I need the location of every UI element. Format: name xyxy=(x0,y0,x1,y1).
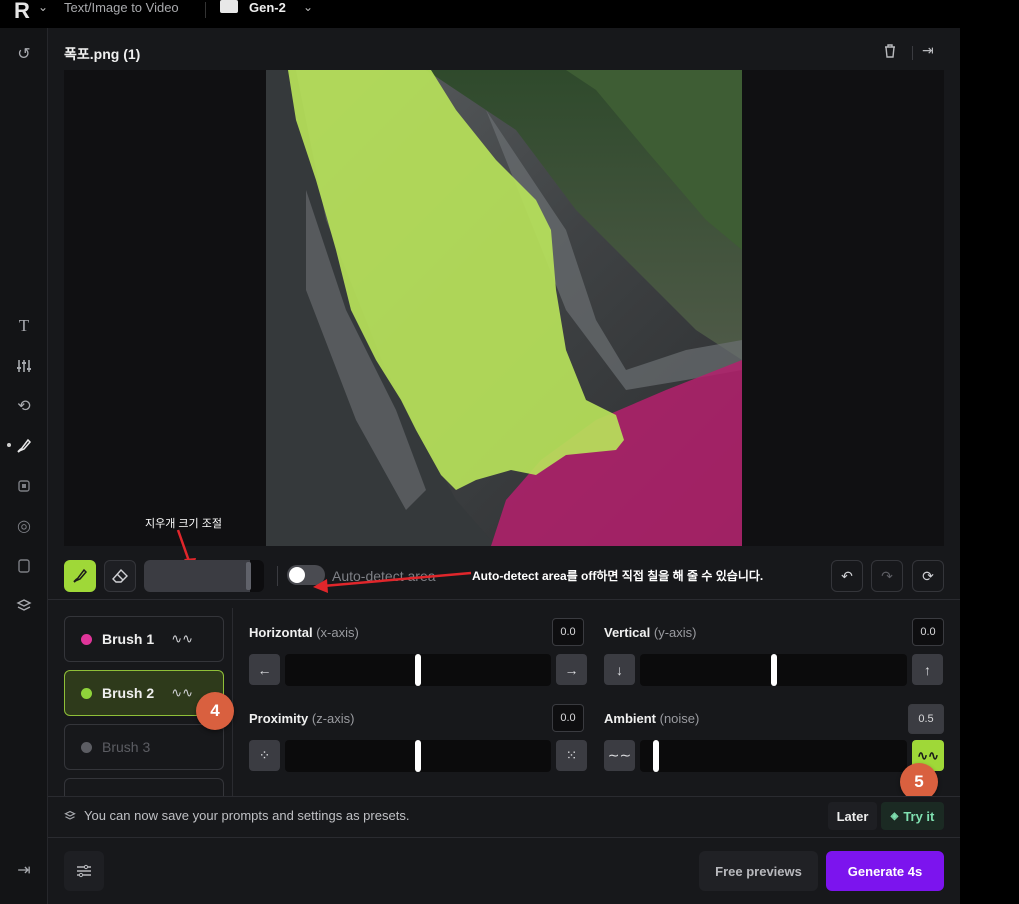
camera-motion-icon[interactable]: ⟲ xyxy=(12,394,36,418)
ambient-slider[interactable] xyxy=(640,740,907,772)
divider xyxy=(205,2,206,18)
vertical-value[interactable]: 0.0 xyxy=(912,618,944,646)
step-4-badge: 4 xyxy=(196,692,234,730)
compress-icon: ⁘ xyxy=(258,747,271,763)
brush-2-color-dot xyxy=(81,687,92,699)
mode-label[interactable]: Text/Image to Video xyxy=(64,0,179,15)
proximity-value[interactable]: 0.0 xyxy=(552,704,584,732)
palette-icon[interactable]: ◎ xyxy=(12,514,36,538)
free-previews-button[interactable]: Free previews xyxy=(699,851,818,891)
undo-icon: ↶ xyxy=(841,567,853,584)
horizontal-value[interactable]: 0.0 xyxy=(552,618,584,646)
arrow-up-icon: ↑ xyxy=(924,661,931,678)
layers-icon: ◈ xyxy=(890,810,899,822)
low-noise-icon: ∼∼ xyxy=(607,747,632,763)
brush-3-label: Brush 3 xyxy=(102,739,151,755)
layers-icon[interactable] xyxy=(12,594,36,618)
folder-icon xyxy=(220,0,238,13)
ambient-wave-icon: ∿∿ xyxy=(917,747,939,763)
settings-icon xyxy=(77,864,91,878)
proximity-further-button[interactable]: ⁙ xyxy=(556,740,587,771)
slider-thumb[interactable] xyxy=(415,740,421,772)
arrow-right-button[interactable]: → xyxy=(556,654,587,685)
frames-icon[interactable] xyxy=(12,554,36,578)
waterfall-image[interactable] xyxy=(266,70,742,546)
ambient-label: Ambient (noise) xyxy=(604,711,700,726)
later-button[interactable]: Later xyxy=(828,802,877,830)
brush-3-color-dot xyxy=(81,741,92,753)
sliders-icon[interactable] xyxy=(12,354,36,378)
brush-1-label: Brush 1 xyxy=(102,631,155,647)
arrow-down-button[interactable]: ↓ xyxy=(604,654,635,685)
slider-thumb[interactable] xyxy=(771,654,777,686)
settings-button[interactable] xyxy=(64,851,104,891)
vertical-label: Vertical (y-axis) xyxy=(604,625,697,640)
brush-size-thumb[interactable] xyxy=(246,562,251,590)
brush-size-slider[interactable] xyxy=(144,560,264,592)
ambient-decrease-button[interactable]: ∼∼ xyxy=(604,740,635,771)
arrow-left-icon: ← xyxy=(257,661,272,678)
brush-4-item[interactable] xyxy=(64,778,224,796)
ambient-wave-icon: ∿∿ xyxy=(171,631,193,646)
brush-3-item[interactable]: Brush 3 xyxy=(64,724,224,770)
chevron-down-icon[interactable]: ⌄ xyxy=(303,0,313,14)
generate-button[interactable]: Generate 4s xyxy=(826,851,944,891)
slider-thumb[interactable] xyxy=(653,740,659,772)
motion-brush-icon[interactable] xyxy=(12,434,36,458)
layers-icon xyxy=(64,809,76,821)
arrow-up-button[interactable]: ↑ xyxy=(912,654,943,685)
image-canvas[interactable] xyxy=(64,70,944,546)
chevron-down-icon[interactable]: ⌄ xyxy=(38,0,48,14)
ambient-wave-icon: ∿∿ xyxy=(171,685,193,700)
expand-icon: ⁙ xyxy=(565,747,578,763)
divider xyxy=(277,566,278,586)
background xyxy=(960,28,1019,904)
proximity-closer-button[interactable]: ⁘ xyxy=(249,740,280,771)
try-it-button[interactable]: ◈ Try it xyxy=(881,802,944,830)
brush-size-fill xyxy=(144,560,250,592)
eraser-icon xyxy=(112,569,128,583)
brush-tool-button[interactable] xyxy=(64,560,96,592)
ambient-value[interactable]: 0.5 xyxy=(908,704,944,734)
annotation-auto-detect-note: Auto-detect area를 off하면 직접 칠을 해 줄 수 있습니다… xyxy=(472,569,764,583)
horizontal-slider[interactable] xyxy=(285,654,551,686)
top-bar: R ⌄ Text/Image to Video Gen-2 ⌄ xyxy=(0,0,1019,28)
text-tool-icon[interactable]: T xyxy=(12,314,36,338)
redo-button[interactable]: ↷ xyxy=(871,560,903,592)
annotation-arrow xyxy=(313,571,472,593)
proximity-label: Proximity (z-axis) xyxy=(249,711,355,726)
arrow-down-icon: ↓ xyxy=(616,661,623,678)
trash-icon[interactable] xyxy=(881,43,899,61)
redo-icon: ↷ xyxy=(881,567,893,584)
active-indicator xyxy=(7,443,11,447)
slider-thumb[interactable] xyxy=(415,654,421,686)
tool-sidebar: ↺ T ⟲ ◎ ⇥ xyxy=(0,28,48,904)
brush-1-item[interactable]: Brush 1 ∿∿ xyxy=(64,616,224,662)
chip-icon[interactable] xyxy=(12,474,36,498)
divider xyxy=(48,599,960,600)
proximity-slider[interactable] xyxy=(285,740,551,772)
reset-button[interactable]: ⟳ xyxy=(912,560,944,592)
arrow-left-button[interactable]: ← xyxy=(249,654,280,685)
project-label[interactable]: Gen-2 xyxy=(249,0,286,15)
file-title: 폭포.png (1) xyxy=(64,46,141,62)
brush-icon xyxy=(73,568,88,583)
undo-button[interactable]: ↶ xyxy=(831,560,863,592)
app-logo[interactable]: R xyxy=(14,0,30,24)
reset-icon: ⟳ xyxy=(922,567,934,584)
divider xyxy=(912,46,913,60)
try-it-label: Try it xyxy=(903,808,935,824)
collapse-panel-icon[interactable]: ⇥ xyxy=(922,42,934,59)
preset-banner-text: You can now save your prompts and settin… xyxy=(84,808,410,823)
arrow-right-icon: → xyxy=(564,661,579,678)
horizontal-label: Horizontal (x-axis) xyxy=(249,625,359,640)
expand-sidebar-icon[interactable]: ⇥ xyxy=(12,858,36,882)
brush-2-label: Brush 2 xyxy=(102,685,155,701)
brush-1-color-dot xyxy=(81,633,92,645)
history-icon[interactable]: ↺ xyxy=(12,42,36,66)
vertical-slider[interactable] xyxy=(640,654,907,686)
toggle-knob xyxy=(289,567,305,583)
eraser-tool-button[interactable] xyxy=(104,560,136,592)
